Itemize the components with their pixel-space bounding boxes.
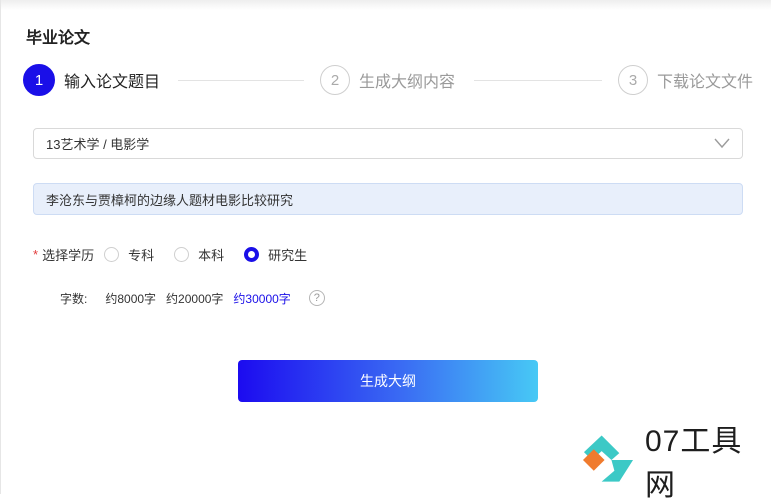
step-1: 1 输入论文题目 [23,64,160,96]
word-count-option-8000[interactable]: 约8000字 [105,290,156,307]
left-border [0,0,1,494]
category-select[interactable]: 13艺术学 / 电影学 [33,128,743,159]
required-mark: * [33,246,39,262]
generate-outline-button[interactable]: 生成大纲 [238,360,538,402]
education-radio-group: * 选择学历 专科 本科 研究生 [33,244,327,264]
radio-circle[interactable] [104,246,120,262]
radio-zhuanke-label: 专科 [128,247,155,263]
radio-circle-checked[interactable] [244,246,260,262]
radio-zhuanke[interactable]: 专科 [104,245,154,264]
step-2-number: 2 [320,65,350,95]
step-3: 3 下载论文文件 [618,64,753,96]
radio-yanjiusheng[interactable]: 研究生 [244,245,307,264]
topic-input-value: 李沧东与贾樟柯的边缘人题材电影比较研究 [46,192,294,208]
watermark-text: 07工具网 [645,425,743,502]
step-connector-2 [474,80,602,81]
chevron-down-icon [714,138,730,149]
diamond-logo-icon [582,435,634,482]
top-shadow-bar [0,0,771,10]
question-circle-icon[interactable]: ? [308,290,325,306]
word-count-option-30000[interactable]: 约30000字 [233,290,290,307]
page-title: 毕业论文 [26,30,91,47]
category-select-value: 13艺术学 / 电影学 [46,137,150,152]
word-count-option-20000[interactable]: 约20000字 [166,290,223,307]
radio-benke-label: 本科 [198,247,225,263]
radio-benke[interactable]: 本科 [174,245,224,264]
word-count-label: 字数: [60,291,88,306]
step-3-number: 3 [618,65,648,95]
topic-input[interactable]: 李沧东与贾樟柯的边缘人题材电影比较研究 [33,183,743,215]
step-1-label: 输入论文题目 [64,74,161,91]
word-count-row: 字数: 约8000字 约20000字 约30000字 ? [60,288,325,308]
step-1-number: 1 [23,64,55,96]
step-connector-1 [178,80,304,81]
step-2-label: 生成大纲内容 [359,74,456,91]
step-2: 2 生成大纲内容 [320,64,455,96]
step-3-label: 下载论文文件 [657,74,754,91]
education-label: 选择学历 [42,247,95,263]
radio-yanjiusheng-label: 研究生 [268,247,308,263]
watermark: 07工具网 [582,425,771,502]
radio-circle[interactable] [174,246,190,262]
